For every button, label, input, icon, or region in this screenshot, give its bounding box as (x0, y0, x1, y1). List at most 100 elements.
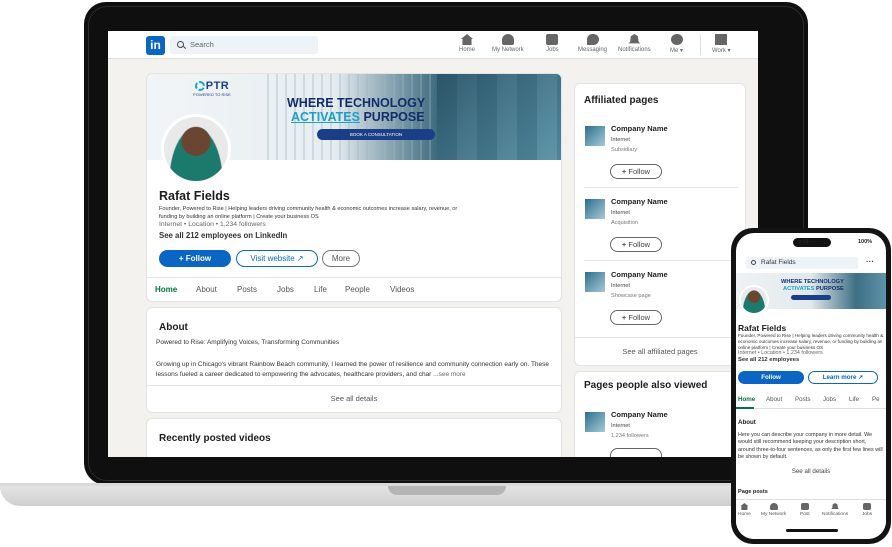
phone-nav-home[interactable]: Home (738, 503, 751, 517)
phone-see-all-details[interactable]: See all details (736, 468, 886, 475)
profile-meta: Internet • Location • 1,234 followers (159, 221, 266, 228)
banner-headline-line2: ACTIVATES PURPOSE (291, 110, 425, 124)
employees-link[interactable]: See all 212 employees on LinkedIn (159, 231, 287, 240)
phone-search-value: Rafat Fields (761, 259, 796, 266)
banner-accent-word: ACTIVATES (291, 110, 360, 124)
banner-headline-rest: PURPOSE (359, 110, 425, 124)
see-all-affiliated-link[interactable]: See all affiliated pages (575, 347, 745, 356)
phone-posts-title: Page posts (738, 489, 768, 495)
tab-about[interactable]: About (196, 285, 217, 294)
nav-messaging[interactable]: Messaging (578, 34, 607, 53)
home-indicator (786, 529, 838, 532)
phone-banner-accent: ACTIVATES (783, 286, 815, 292)
briefcase-icon (546, 34, 559, 45)
top-nav: in Search Home My Network Jobs Messaging… (108, 31, 758, 59)
affiliated-follow-button[interactable]: + Follow (610, 310, 662, 325)
ptr-logo: PTR POWERED TO RISE (189, 80, 235, 104)
phone-nav-network[interactable]: My Network (761, 503, 786, 517)
phone-nav-jobs-label: Jobs (862, 512, 873, 517)
banner-photos (437, 74, 561, 160)
company-name[interactable]: Company Name (611, 124, 668, 133)
see-all-details-link[interactable]: See all details (147, 394, 561, 403)
more-button[interactable]: More (322, 250, 360, 267)
also-viewed-follow-button[interactable] (610, 448, 662, 457)
company-logo[interactable] (585, 126, 605, 146)
phone-nav-post-label: Post (800, 512, 810, 517)
tab-people[interactable]: People (345, 285, 370, 294)
tab-videos[interactable]: Videos (390, 285, 414, 294)
company-name[interactable]: Company Name (611, 197, 668, 206)
phone-tab-about[interactable]: About (766, 396, 782, 403)
company-logo[interactable] (585, 272, 605, 292)
affiliated-follow-button[interactable]: + Follow (610, 164, 662, 179)
company-logo[interactable] (585, 412, 605, 432)
grid-icon (715, 34, 728, 45)
nav-my-network[interactable]: My Network (492, 34, 524, 53)
visit-website-button[interactable]: Visit website ↗ (236, 250, 318, 267)
phone-nav-home-label: Home (738, 512, 751, 517)
search-input[interactable]: Search (170, 36, 318, 54)
phone-nav-post[interactable]: Post (800, 503, 810, 517)
see-more-link[interactable]: ...see more (433, 371, 466, 378)
phone-learn-more-button[interactable]: Learn more ↗ (808, 371, 878, 384)
company-name[interactable]: Company Name (611, 270, 668, 279)
phone-avatar[interactable] (739, 285, 769, 315)
overflow-menu-icon[interactable]: ··· (866, 257, 874, 266)
phone-tab-posts[interactable]: Posts (795, 396, 810, 403)
tab-life[interactable]: Life (314, 285, 327, 294)
phone-banner-line1: WHERE TECHNOLOGY (781, 279, 844, 285)
nav-me[interactable]: Me ▾ (670, 34, 683, 54)
phone-active-tab-indicator (736, 407, 754, 409)
nav-notifications-label: Notifications (618, 47, 651, 53)
company-name[interactable]: Company Name (611, 410, 668, 419)
search-placeholder: Search (190, 40, 214, 49)
affiliated-follow-button[interactable]: + Follow (610, 237, 662, 252)
linkedin-logo[interactable]: in (146, 36, 165, 55)
search-icon (177, 41, 184, 48)
phone-nav-jobs[interactable]: Jobs (862, 503, 872, 517)
nav-home-label: Home (459, 47, 476, 53)
nav-notifications[interactable]: Notifications (618, 34, 651, 53)
status-time: 9:41 (798, 239, 810, 245)
avatar-icon (670, 34, 683, 45)
phone-profile-meta: Internet • Location • 1,234 followers (738, 350, 823, 356)
nav-home[interactable]: Home (459, 34, 475, 53)
about-title: About (159, 322, 188, 333)
tab-jobs[interactable]: Jobs (277, 285, 294, 294)
about-body: Growing up in Chicago's vibrant Rainbow … (156, 360, 551, 380)
nav-jobs-label: Jobs (546, 47, 559, 53)
tab-home[interactable]: Home (155, 285, 177, 294)
phone-tab-life[interactable]: Life (849, 396, 859, 403)
phone-banner-rest: PURPOSE (814, 286, 844, 292)
search-icon (751, 260, 756, 265)
company-logo[interactable] (585, 199, 605, 219)
avatar-photo (164, 117, 228, 181)
phone-tab-home[interactable]: Home (738, 396, 755, 403)
follow-label: Follow (628, 240, 651, 249)
nav-jobs[interactable]: Jobs (546, 34, 559, 53)
phone-tab-people[interactable]: Pe (872, 396, 880, 403)
profile-tagline: Founder, Powered to Rise | Helping leade… (159, 206, 458, 220)
status-battery: 100% (858, 239, 873, 245)
phone-screen: 9:41 100% Rafat Fields ··· WHERE TECHNOL… (736, 233, 886, 539)
company-industry: Internet (611, 137, 630, 143)
phone-search-input[interactable]: Rafat Fields (746, 257, 858, 269)
phone-follow-button[interactable]: Follow (738, 371, 804, 384)
home-icon (461, 34, 473, 45)
ptr-logo-sub: POWERED TO RISE (193, 92, 231, 97)
phone-profile-bio: Founder, Powered to Rise | Helping leade… (738, 333, 884, 350)
network-icon (769, 503, 778, 510)
phone-nav-network-label: My Network (761, 512, 787, 517)
company-relation: Showcase page (611, 293, 651, 299)
nav-divider (700, 35, 701, 55)
tab-posts[interactable]: Posts (237, 285, 257, 294)
phone-employees-link[interactable]: See all 212 employees (738, 357, 799, 363)
phone-tab-jobs[interactable]: Jobs (823, 396, 836, 403)
nav-work[interactable]: Work ▾ (712, 34, 731, 54)
follow-button[interactable]: + Follow (159, 250, 231, 267)
avatar[interactable] (161, 114, 231, 184)
banner-headline-line1: WHERE TECHNOLOGY (287, 96, 426, 110)
phone-nav-notifications[interactable]: Notifications (822, 503, 848, 517)
also-viewed-card: Pages people also viewed Company Name In… (574, 371, 746, 457)
phone-banner-cta (791, 295, 831, 300)
